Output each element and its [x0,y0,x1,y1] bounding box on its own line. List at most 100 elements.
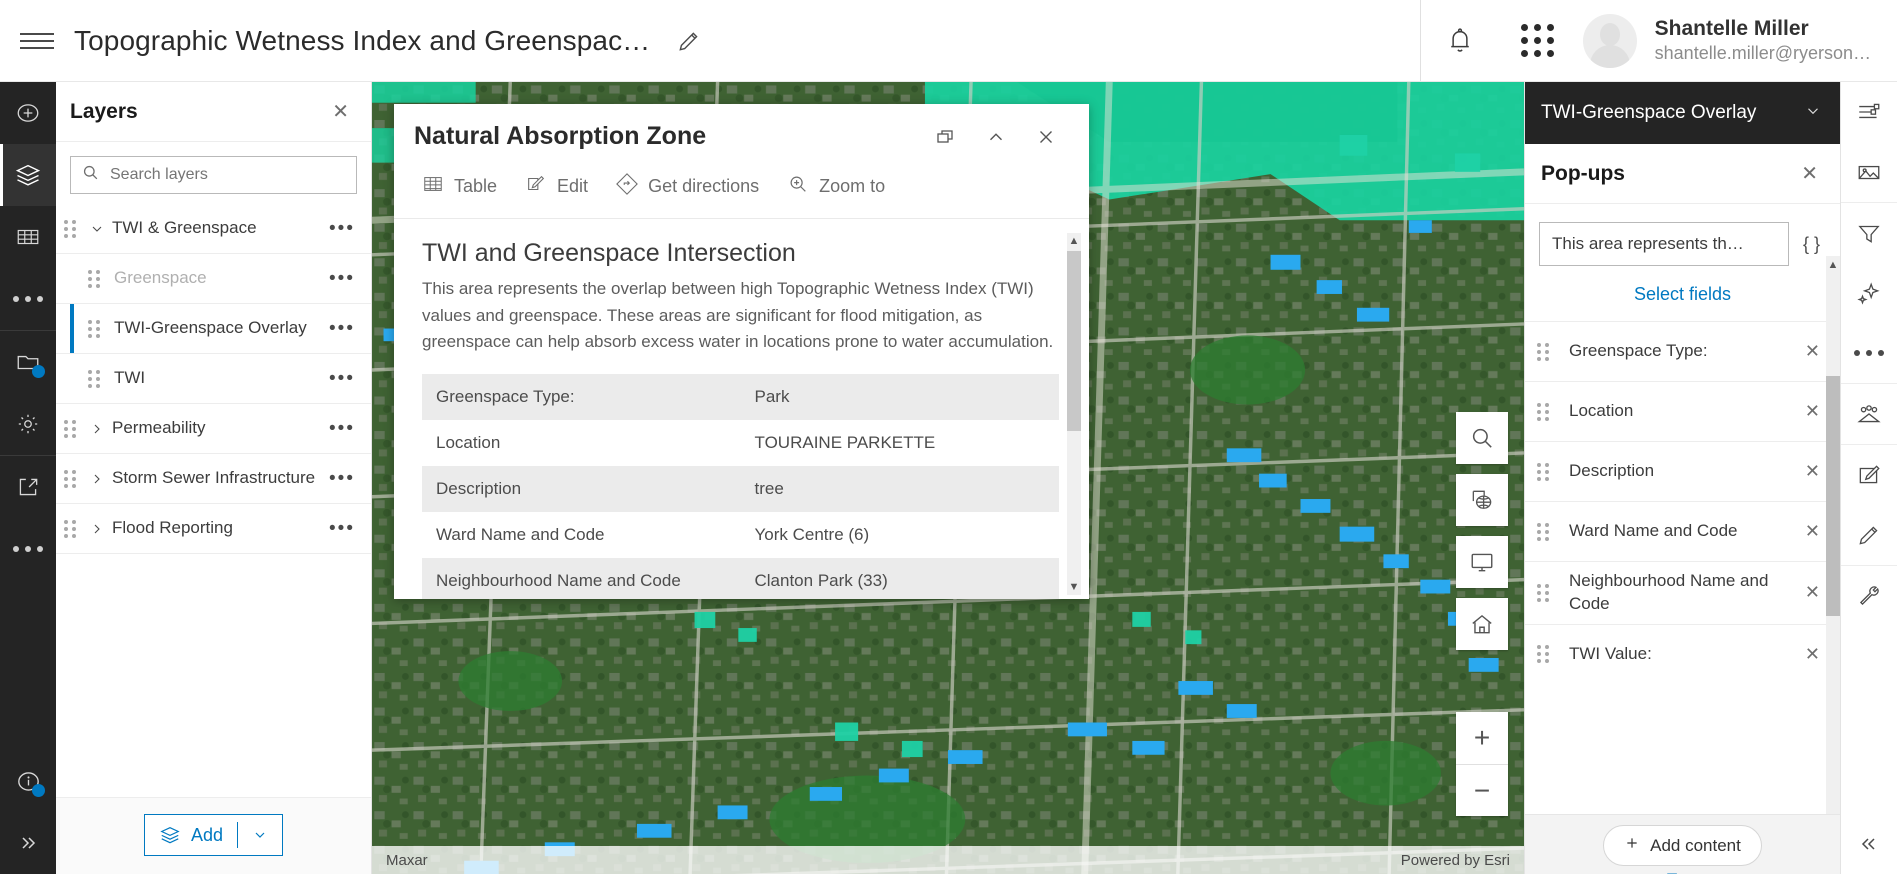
edit-square-icon[interactable] [1841,445,1897,505]
sidebar-item-layers[interactable] [0,144,56,206]
ellipsis-icon[interactable]: ••• [325,218,359,240]
drag-handle-icon[interactable] [1537,583,1555,602]
home-icon[interactable] [1456,598,1508,650]
remove-field-icon[interactable]: ✕ [1801,341,1824,362]
close-icon[interactable]: ✕ [326,98,355,126]
close-icon[interactable] [1021,126,1071,148]
labels-icon[interactable] [1841,384,1897,444]
scroll-down-icon[interactable]: ▼ [1067,579,1081,595]
scroll-up-icon[interactable]: ▲ [1067,233,1081,249]
popup-scrollbar[interactable]: ▲ ▼ [1067,233,1081,595]
drag-handle-icon[interactable] [1537,645,1555,664]
gear-icon[interactable] [0,393,56,455]
remove-field-icon[interactable]: ✕ [1801,521,1824,542]
scrollbar-thumb[interactable] [1826,376,1840,616]
popup-table-button[interactable]: Table [410,167,509,206]
app-grid-icon[interactable] [1499,0,1577,81]
more-icon[interactable] [0,518,56,580]
add-layer-button[interactable]: Add [143,814,284,856]
drag-handle-icon[interactable] [1537,342,1555,361]
drag-handle-icon[interactable] [64,519,82,538]
select-fields-link[interactable]: Select fields [1525,266,1840,321]
pop-ups-scrollbar[interactable]: ▲ ▼ [1826,256,1840,874]
basemap-icon[interactable] [1456,474,1508,526]
popup-text-field[interactable]: This area represents th… [1539,222,1789,266]
layer-row-greenspace[interactable]: Greenspace ••• [56,254,371,304]
popup-edit-button[interactable]: Edit [513,167,600,206]
remove-field-icon[interactable]: ✕ [1801,401,1824,422]
info-icon[interactable] [0,750,56,812]
field-row-greenspace-type[interactable]: Greenspace Type: ✕ [1525,321,1840,381]
close-icon[interactable]: ✕ [1795,160,1824,188]
chevron-up-icon[interactable] [971,126,1021,148]
chevron-down-icon[interactable] [238,827,282,843]
bell-icon[interactable] [1421,0,1499,81]
collapse-icon[interactable] [1841,814,1897,874]
drag-handle-icon[interactable] [1537,522,1555,541]
drag-handle-icon[interactable] [1537,402,1555,421]
remove-field-icon[interactable]: ✕ [1801,582,1824,603]
ellipsis-icon[interactable]: ••• [325,418,359,440]
pencil-icon[interactable] [676,28,702,54]
wrench-icon[interactable] [1841,566,1897,626]
remove-field-icon[interactable]: ✕ [1801,461,1824,482]
ellipsis-icon[interactable]: ••• [325,268,359,290]
user-menu[interactable]: Shantelle Miller shantelle.miller@ryerso… [1577,13,1897,68]
field-row-description[interactable]: Description ✕ [1525,441,1840,501]
add-circle-icon[interactable] [0,82,56,144]
search-icon[interactable] [1456,412,1508,464]
scrollbar-thumb[interactable] [1067,251,1081,431]
drag-handle-icon[interactable] [88,319,106,338]
remove-field-icon[interactable]: ✕ [1801,644,1824,665]
more-icon[interactable] [0,268,56,330]
layer-row-flood-reporting[interactable]: Flood Reporting ••• [56,504,371,554]
hamburger-icon[interactable] [0,28,74,54]
ellipsis-icon[interactable]: ••• [325,518,359,540]
image-icon[interactable] [1841,142,1897,202]
zoom-in-button[interactable]: + [1456,712,1508,764]
monitor-icon[interactable] [1456,536,1508,588]
drag-handle-icon[interactable] [64,419,82,438]
table-icon[interactable] [0,206,56,268]
dock-icon[interactable] [921,125,971,149]
chevron-right-icon[interactable] [86,521,108,537]
ellipsis-icon[interactable]: ••• [325,318,359,340]
expression-braces-icon[interactable]: { } [1799,234,1824,255]
sliders-icon[interactable] [1841,82,1897,142]
scroll-up-icon[interactable]: ▲ [1826,256,1840,274]
more-icon[interactable] [1841,323,1897,383]
field-row-neighbourhood-name-and-code[interactable]: Neighbourhood Name and Code ✕ [1525,561,1840,624]
field-row-twi-value[interactable]: TWI Value: ✕ [1525,623,1840,684]
zoom-out-button[interactable]: − [1456,764,1508,816]
folder-icon[interactable] [0,331,56,393]
expand-icon[interactable] [0,812,56,874]
layer-row-twi-greenspace-group[interactable]: TWI & Greenspace ••• [56,204,371,254]
share-icon[interactable] [0,456,56,518]
search-layers-box[interactable] [70,156,357,194]
chevron-right-icon[interactable] [86,471,108,487]
layer-row-twi-greenspace-overlay[interactable]: TWI-Greenspace Overlay ••• [56,304,371,354]
filter-icon[interactable] [1841,203,1897,263]
drag-handle-icon[interactable] [88,369,106,388]
layer-row-permeability[interactable]: Permeability ••• [56,404,371,454]
chevron-down-icon[interactable] [86,221,108,237]
drag-handle-icon[interactable] [88,269,106,288]
layer-row-storm-sewer-infrastructure[interactable]: Storm Sewer Infrastructure ••• [56,454,371,504]
drag-handle-icon[interactable] [64,469,82,488]
field-row-ward-name-and-code[interactable]: Ward Name and Code ✕ [1525,501,1840,561]
pencil-icon[interactable] [1841,505,1897,565]
chevron-down-icon[interactable] [1804,102,1822,125]
ellipsis-icon[interactable]: ••• [325,368,359,390]
drag-handle-icon[interactable] [1537,462,1555,481]
effects-icon[interactable] [1841,263,1897,323]
map-viewport[interactable]: + − Maxar Powered by Esri Natural Absorp… [372,82,1524,874]
active-layer-header[interactable]: TWI-Greenspace Overlay [1525,82,1840,144]
add-content-button[interactable]: Add content [1603,825,1762,866]
popup-get-directions-button[interactable]: Get directions [604,167,771,206]
field-row-location[interactable]: Location ✕ [1525,381,1840,441]
chevron-right-icon[interactable] [86,421,108,437]
popup-zoom-to-button[interactable]: Zoom to [775,167,897,206]
drag-handle-icon[interactable] [64,219,82,238]
layer-row-twi[interactable]: TWI ••• [56,354,371,404]
ellipsis-icon[interactable]: ••• [325,468,359,490]
